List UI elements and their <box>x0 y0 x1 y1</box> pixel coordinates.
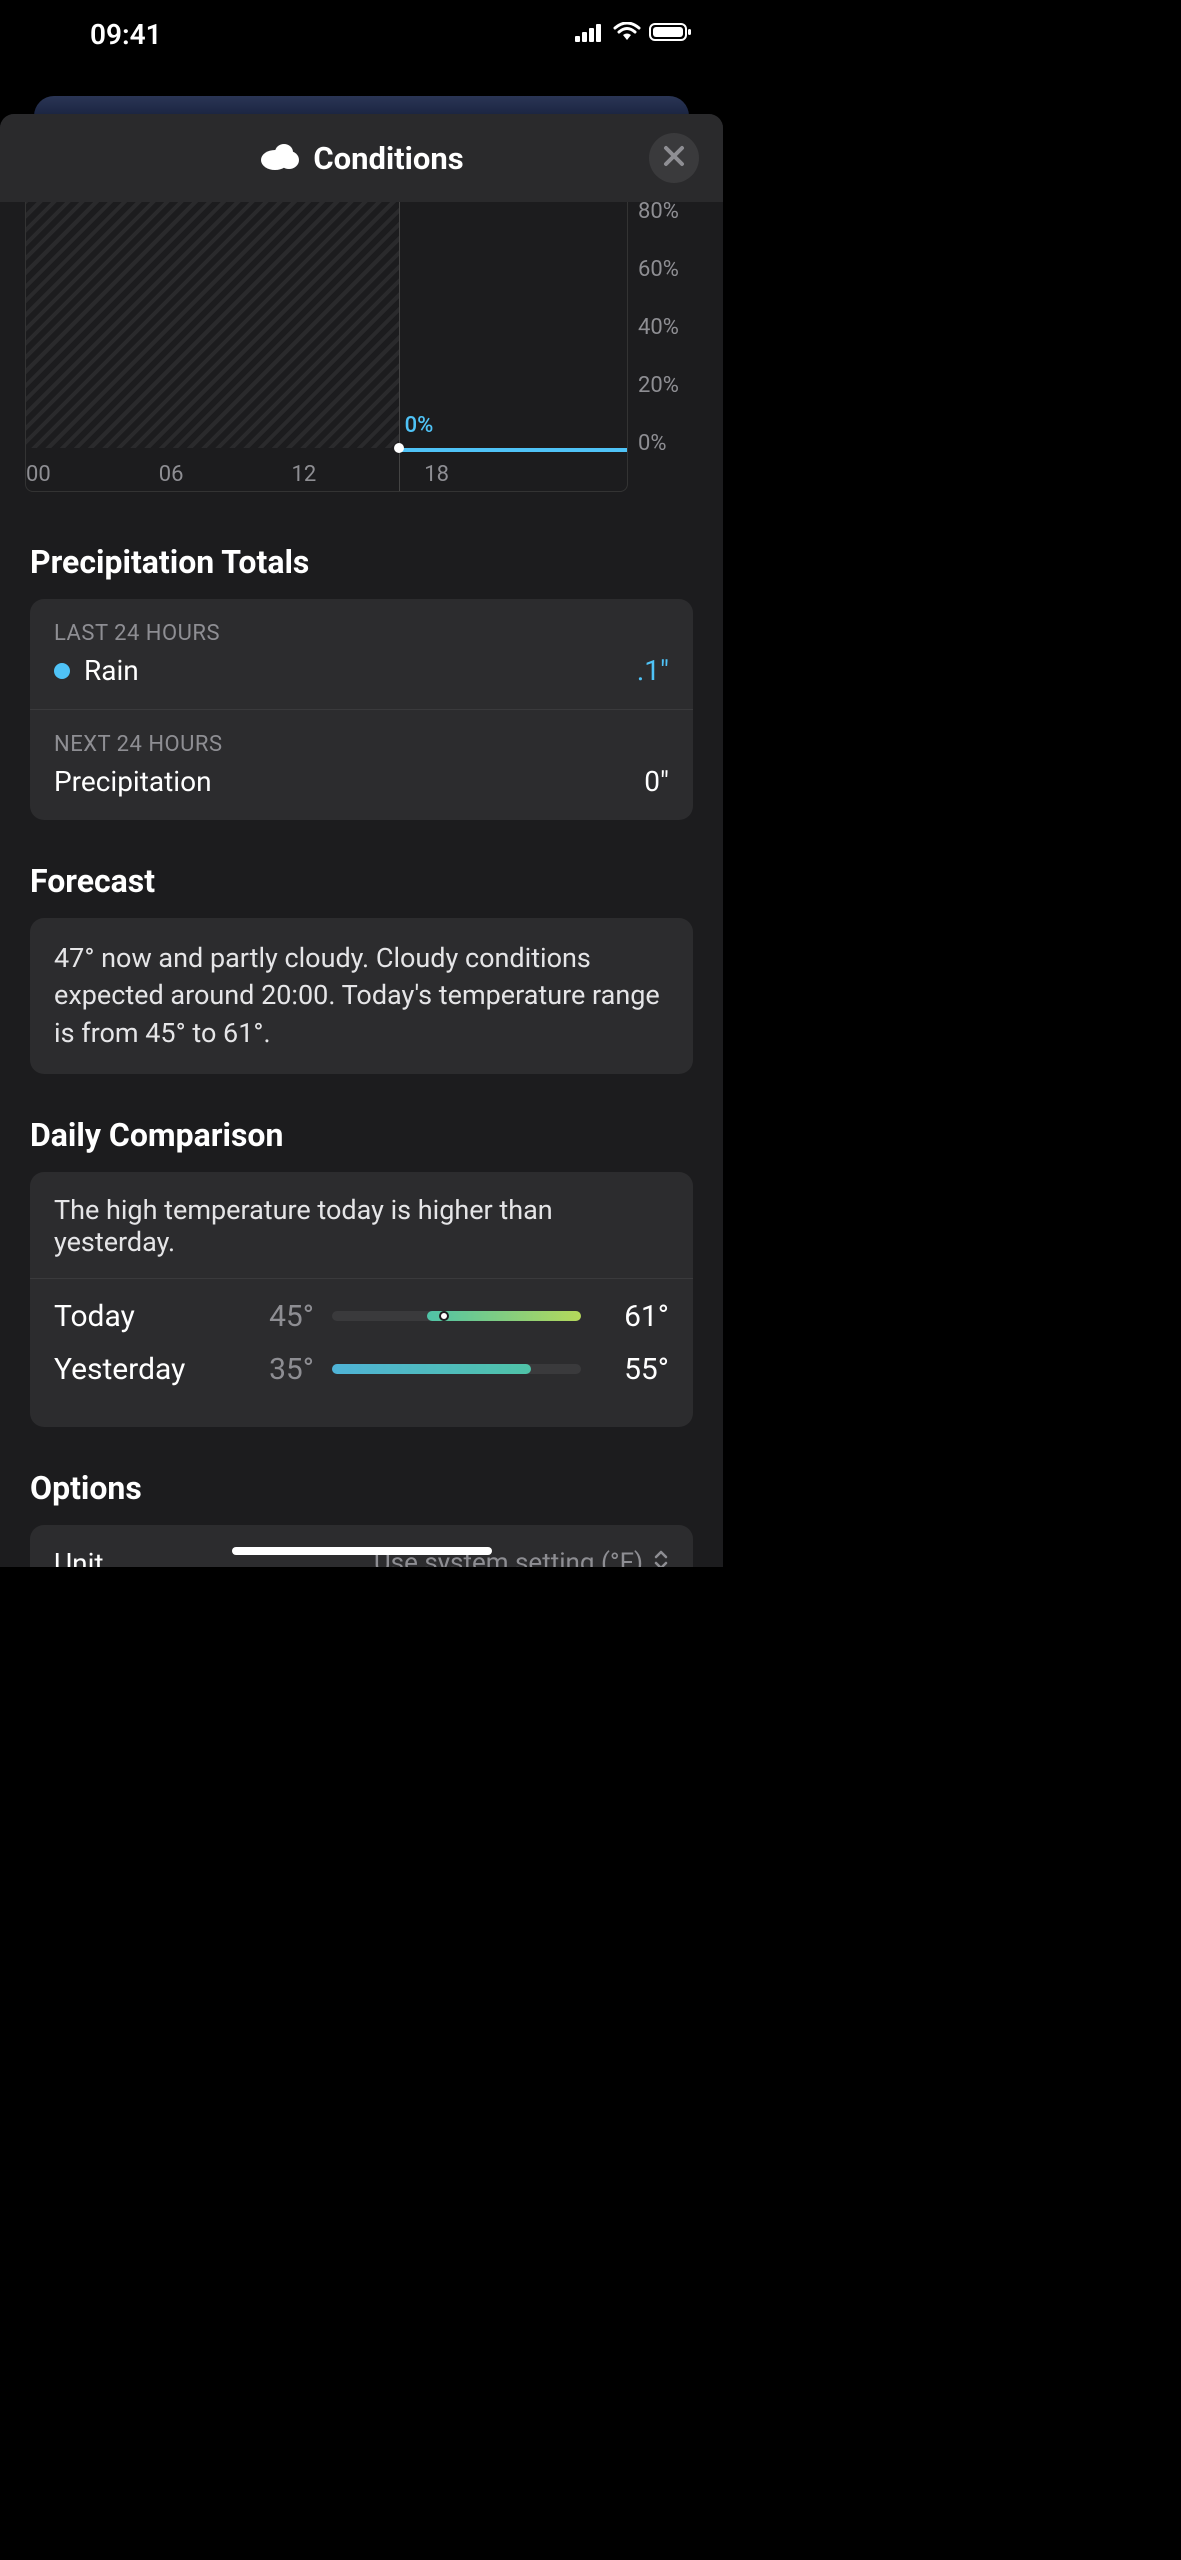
low-temp: 35° <box>244 1352 314 1387</box>
y-tick: 40% <box>638 318 679 338</box>
chart-current-label: 0% <box>405 413 434 438</box>
chart-line <box>399 448 627 452</box>
precip-label: Precipitation <box>54 765 212 798</box>
comparison-card: The high temperature today is higher tha… <box>30 1172 693 1427</box>
next-24-row: Precipitation 0" <box>54 765 669 798</box>
y-tick: 20% <box>638 376 679 396</box>
high-temp: 61° <box>599 1299 669 1334</box>
section-title: Daily Comparison <box>30 1116 693 1154</box>
y-tick: 0% <box>638 434 666 454</box>
x-tick: 06 <box>159 462 292 487</box>
unit-option-row[interactable]: Unit Use system setting (°F) <box>30 1525 693 1567</box>
comparison-row-yesterday: Yesterday 35° 55° <box>54 1352 669 1387</box>
high-temp: 55° <box>599 1352 669 1387</box>
low-temp: 45° <box>244 1299 314 1334</box>
temp-range-bar <box>332 1311 581 1321</box>
forecast-card: 47° now and partly cloudy. Cloudy condit… <box>30 918 693 1074</box>
home-indicator[interactable] <box>232 1547 492 1555</box>
wifi-icon <box>613 22 641 46</box>
close-button[interactable] <box>649 133 699 183</box>
chart-past-hatching <box>26 202 399 448</box>
rain-dot-icon <box>54 663 70 679</box>
cellular-icon <box>575 22 605 46</box>
day-label: Yesterday <box>54 1352 244 1387</box>
y-tick: 60% <box>638 260 679 280</box>
last-24-row: Rain .1" <box>54 654 669 687</box>
section-title: Precipitation Totals <box>30 543 693 581</box>
sheet-title: Conditions <box>313 140 463 177</box>
battery-icon <box>649 22 693 46</box>
yesterday-bar <box>332 1364 531 1374</box>
precipitation-totals-section: Precipitation Totals LAST 24 HOURS Rain … <box>0 543 723 820</box>
day-label: Today <box>54 1299 244 1334</box>
next-24-label: NEXT 24 HOURS <box>54 732 669 757</box>
chart-plot: 0% 00 06 12 18 <box>25 202 628 492</box>
cloud-icon <box>259 142 299 174</box>
status-bar: 09:41 <box>0 0 723 54</box>
temp-range-bar <box>332 1364 581 1374</box>
today-bar <box>427 1311 581 1321</box>
section-title: Options <box>30 1469 693 1507</box>
rain-label: Rain <box>84 654 139 687</box>
comparison-summary: The high temperature today is higher tha… <box>30 1194 693 1279</box>
x-tick: 12 <box>292 462 425 487</box>
chevron-updown-icon <box>653 1548 669 1567</box>
daily-comparison-section: Daily Comparison The high temperature to… <box>0 1116 723 1427</box>
next-24-value: 0" <box>644 765 669 798</box>
y-tick: 80% <box>638 202 679 222</box>
status-time: 09:41 <box>90 18 162 51</box>
last-24-value: .1" <box>637 654 669 687</box>
background-card-hint <box>34 96 689 116</box>
conditions-sheet: Conditions 0% 00 06 12 18 <box>0 114 723 1567</box>
chart-x-labels: 00 06 12 18 <box>26 462 557 487</box>
precip-totals-card: LAST 24 HOURS Rain .1" NEXT 24 HOURS Pre… <box>30 599 693 820</box>
divider <box>30 709 693 710</box>
forecast-section: Forecast 47° now and partly cloudy. Clou… <box>0 862 723 1074</box>
close-icon <box>663 145 685 171</box>
x-tick: 00 <box>26 462 159 487</box>
section-title: Forecast <box>30 862 693 900</box>
comparison-row-today: Today 45° 61° <box>54 1299 669 1334</box>
option-label: Unit <box>54 1547 104 1567</box>
status-icons <box>575 22 693 46</box>
chart-y-labels: 80% 60% 40% 20% 0% <box>628 202 698 492</box>
sheet-header: Conditions <box>0 114 723 202</box>
x-tick: 18 <box>424 462 557 487</box>
current-temp-dot <box>439 1311 449 1321</box>
forecast-text: 47° now and partly cloudy. Cloudy condit… <box>54 940 669 1052</box>
precipitation-chart[interactable]: 0% 00 06 12 18 80% 60% 40% 20% 0% <box>0 202 723 501</box>
last-24-label: LAST 24 HOURS <box>54 621 669 646</box>
chart-current-dot <box>394 443 404 453</box>
